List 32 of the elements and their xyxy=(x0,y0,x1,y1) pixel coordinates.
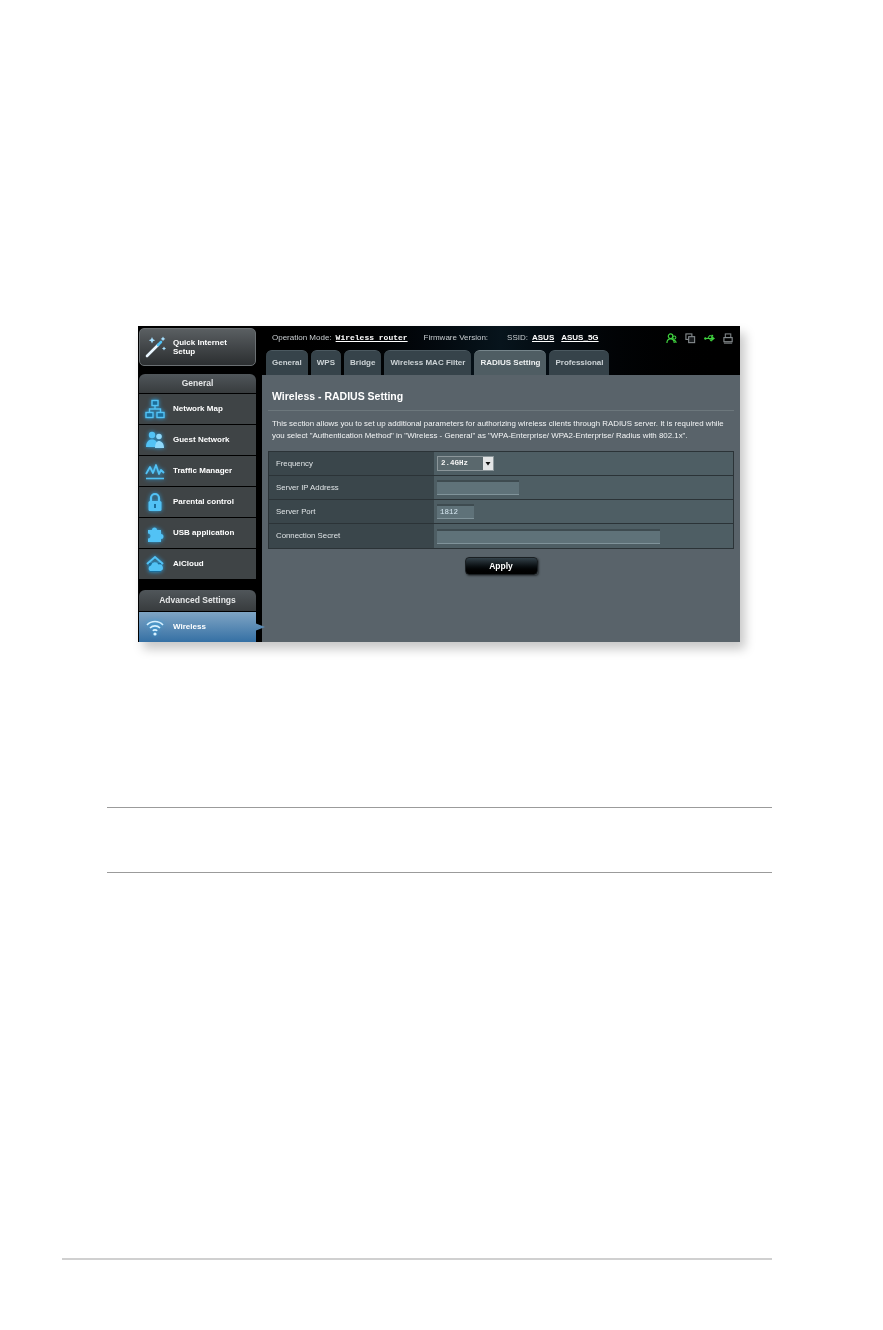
tab[interactable]: Bridge xyxy=(344,350,382,375)
operation-mode-link[interactable]: Wireless router xyxy=(335,332,408,344)
lock-icon xyxy=(145,492,165,512)
sidebar-item[interactable]: Traffic Manager xyxy=(139,456,256,487)
section-header: Advanced Settings xyxy=(139,590,256,612)
tab[interactable]: Professional xyxy=(549,350,610,375)
input-field[interactable] xyxy=(437,480,519,495)
sidebar-item[interactable]: AiCloud xyxy=(139,549,256,580)
ssid-label: SSID: xyxy=(507,332,528,344)
ssid-link[interactable]: ASUS_5G xyxy=(561,332,599,344)
page-title: Wireless - RADIUS Setting xyxy=(271,389,405,402)
tab[interactable]: Wireless MAC Filter xyxy=(384,350,472,375)
section-header: General xyxy=(139,374,256,394)
sidebar-item[interactable]: USB application xyxy=(139,518,256,549)
sidebar-item[interactable]: Wireless xyxy=(139,612,265,642)
quick-setup-button[interactable]: Quick Internet Setup xyxy=(139,328,256,366)
input-field[interactable] xyxy=(437,528,660,544)
sidebar-item[interactable]: Network Map xyxy=(139,394,256,425)
tab[interactable]: RADIUS Setting xyxy=(474,350,547,375)
cloud-house-icon xyxy=(145,554,165,574)
apply-button[interactable]: Apply xyxy=(464,557,538,575)
magic-wand-icon xyxy=(144,335,168,359)
sidebar-item[interactable]: Parental control xyxy=(139,487,256,518)
operation-mode-label: Operation Mode: xyxy=(272,332,332,344)
people-icon xyxy=(145,430,165,450)
tab[interactable]: WPS xyxy=(310,350,342,375)
line-graph-icon xyxy=(145,461,165,481)
firmware-version-label: Firmware Version: xyxy=(423,332,489,344)
network-map-icon xyxy=(145,399,165,419)
ssid-link[interactable]: ASUS xyxy=(532,332,555,344)
tab[interactable]: General xyxy=(266,350,308,375)
sidebar-item[interactable]: Guest Network xyxy=(139,425,256,456)
